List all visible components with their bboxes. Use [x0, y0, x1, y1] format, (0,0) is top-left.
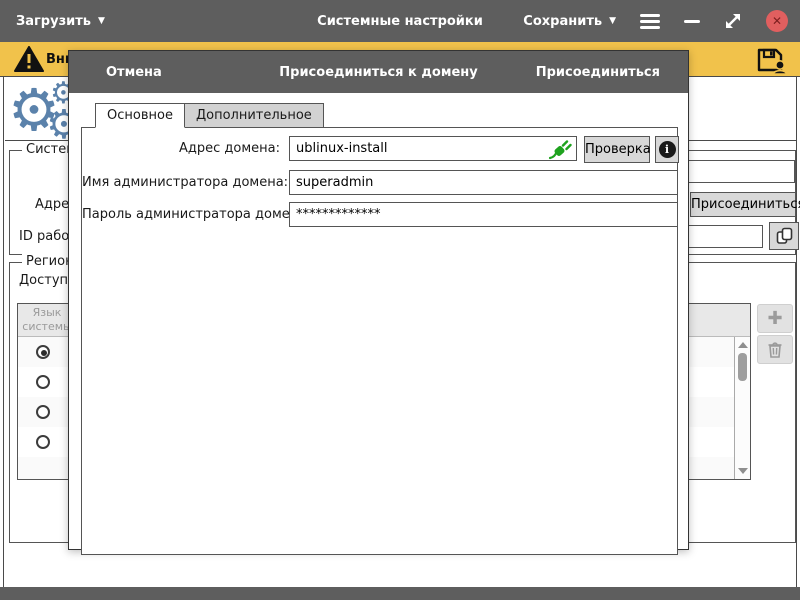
copy-icon — [776, 227, 793, 245]
admin-password-input[interactable] — [289, 202, 678, 227]
dialog-content-panel: Адрес домена: Проверка i Имя администрат… — [81, 127, 678, 555]
warning-triangle-icon — [14, 46, 44, 73]
copy-button[interactable] — [769, 222, 799, 250]
join-domain-button[interactable]: Присоединиться — [690, 192, 796, 217]
admin-password-label: Пароль администратора домена: — [82, 207, 280, 222]
admin-password-row: Пароль администратора домена: — [82, 202, 677, 228]
domain-address-label: Адрес домена: — [82, 141, 280, 156]
trash-icon — [767, 341, 783, 359]
chevron-down-icon: ▼ — [609, 17, 616, 26]
bottom-bar — [0, 587, 800, 600]
radio-unselected[interactable] — [36, 375, 50, 389]
radio-unselected[interactable] — [36, 405, 50, 419]
radio-selected[interactable] — [36, 345, 50, 359]
save-user-icon[interactable] — [756, 45, 788, 75]
info-button[interactable]: i — [655, 136, 679, 163]
tab-advanced[interactable]: Дополнительное — [185, 103, 324, 128]
join-button[interactable]: Присоединиться — [536, 65, 660, 80]
screen: Загрузить ▼ Системные настройки Сохранит… — [0, 0, 800, 600]
scrollbar-thumb[interactable] — [738, 353, 747, 381]
expand-icon[interactable] — [724, 12, 742, 30]
radio-unselected[interactable] — [36, 435, 50, 449]
minimize-button[interactable] — [684, 20, 700, 23]
join-domain-dialog: Отмена Присоединиться к домену Присоедин… — [68, 50, 689, 550]
scroll-up-icon[interactable] — [738, 342, 748, 348]
dialog-header: Отмена Присоединиться к домену Присоедин… — [69, 51, 688, 93]
check-button[interactable]: Проверка — [584, 136, 650, 163]
save-menu-button[interactable]: Сохранить ▼ — [523, 14, 616, 29]
dialog-tabs: Основное Дополнительное — [95, 103, 324, 128]
domain-address-input[interactable] — [289, 136, 577, 161]
scroll-down-icon[interactable] — [738, 468, 748, 474]
admin-name-label: Имя администратора домена: — [82, 175, 280, 190]
save-menu-label: Сохранить — [523, 14, 602, 29]
connection-plug-icon — [548, 140, 572, 160]
domain-address-row: Адрес домена: Проверка i — [82, 136, 677, 162]
info-icon: i — [659, 141, 676, 158]
plus-icon: ✚ — [767, 308, 782, 329]
hamburger-menu-icon[interactable] — [640, 14, 660, 29]
delete-language-button[interactable] — [757, 335, 793, 364]
close-button[interactable]: ✕ — [766, 10, 788, 32]
table-scrollbar[interactable] — [734, 337, 750, 479]
admin-name-input[interactable] — [289, 170, 678, 195]
admin-name-row: Имя администратора домена: — [82, 170, 677, 196]
close-icon: ✕ — [772, 14, 782, 28]
tab-basic[interactable]: Основное — [95, 103, 185, 128]
top-bar: Загрузить ▼ Системные настройки Сохранит… — [0, 0, 800, 42]
add-language-button[interactable]: ✚ — [757, 304, 793, 333]
